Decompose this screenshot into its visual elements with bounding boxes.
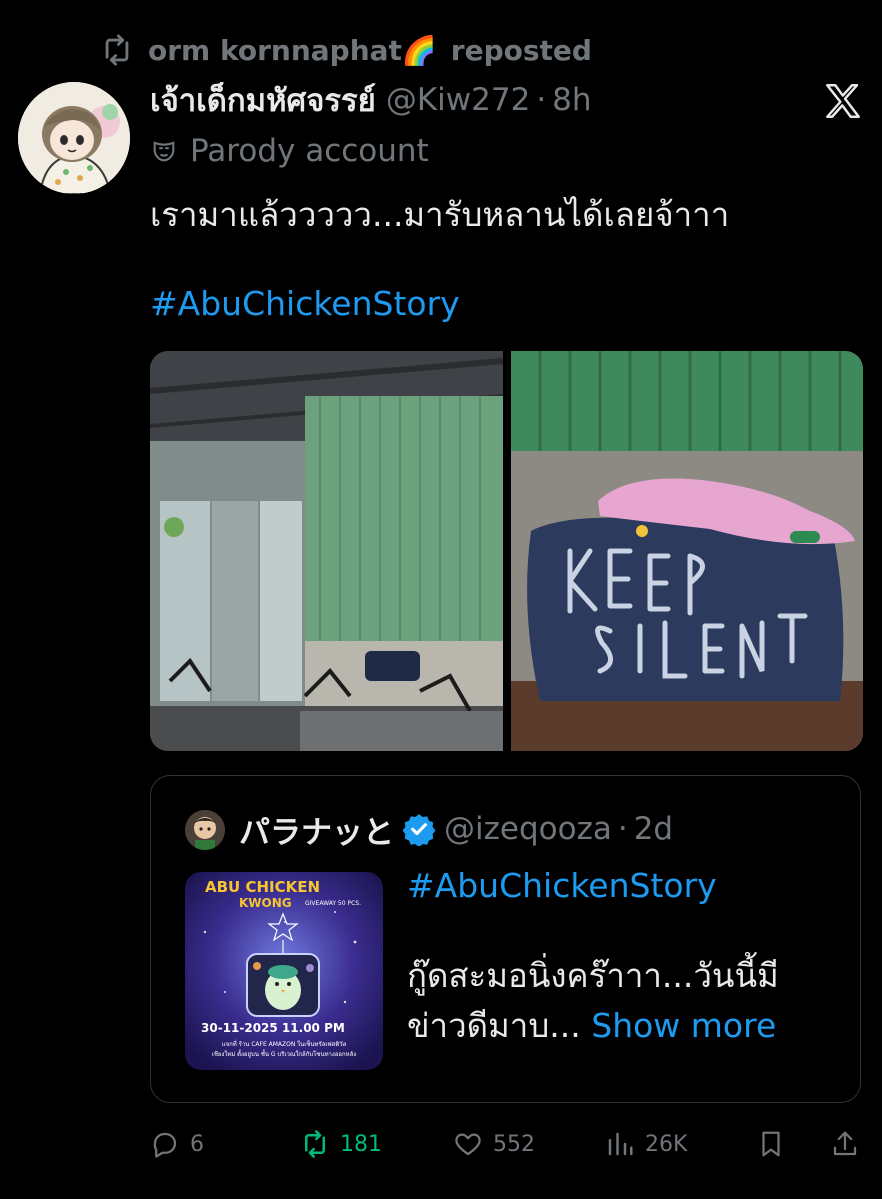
tweet-action-bar: 6 181 552 26K (150, 1122, 862, 1166)
media-photo-bag[interactable] (511, 351, 863, 751)
show-more-link[interactable]: Show more (591, 1006, 776, 1045)
reply-button[interactable]: 6 (150, 1122, 204, 1166)
thumb-date: 30-11-2025 11.00 PM (201, 1021, 345, 1035)
bookmark-button[interactable] (756, 1122, 786, 1166)
repost-icon (105, 34, 129, 66)
quote-hashtag[interactable]: #AbuChickenStory (407, 866, 717, 905)
repost-button[interactable]: 181 (300, 1122, 382, 1166)
tweet-media (150, 351, 863, 751)
author-avatar[interactable] (18, 82, 130, 194)
x-logo-icon[interactable] (822, 80, 864, 122)
thumb-line1: แจกที่ ร้าน CAFE AMAZON ในเซ็นทรัลเฟสติว… (222, 1039, 347, 1048)
tweet-text: เรามาแล้ววววว...มารับหลานได้เลยจ้าาา (150, 195, 730, 234)
parody-mask-icon (153, 141, 175, 162)
reposter-name: orm kornnaphat (148, 33, 402, 67)
quote-separator-dot: · (617, 811, 628, 847)
reply-count: 6 (190, 1131, 204, 1157)
reposter-link[interactable]: orm kornnaphat🌈 (148, 34, 437, 67)
views-icon (608, 1132, 633, 1156)
quote-author-handle[interactable]: @izeqooza (444, 811, 612, 847)
media-photo-cafe[interactable] (150, 351, 504, 751)
reposted-label: reposted (450, 33, 592, 67)
quote-author-avatar[interactable] (185, 810, 225, 850)
views-button[interactable]: 26K (605, 1122, 687, 1166)
repost-header: orm kornnaphat🌈 reposted (100, 30, 592, 70)
share-icon (833, 1131, 857, 1156)
like-count: 552 (493, 1131, 535, 1157)
views-count: 26K (645, 1131, 688, 1157)
separator-dot: · (536, 82, 547, 118)
quote-author-display-name[interactable]: パラナッと (239, 807, 394, 852)
repost-count: 181 (340, 1131, 382, 1157)
verified-badge-icon (402, 814, 436, 846)
like-icon (455, 1133, 481, 1156)
tweet-timestamp[interactable]: 8h (552, 82, 591, 118)
repost-icon (305, 1130, 325, 1158)
author-handle[interactable]: @Kiw272 (386, 82, 530, 118)
quoted-tweet[interactable]: パラナッと @izeqooza · 2d ABU CHICKEN KWONG G… (150, 775, 861, 1103)
bookmark-icon (762, 1131, 780, 1157)
quote-author-row: パラナッと @izeqooza · 2d (239, 806, 673, 852)
reposter-emoji: 🌈 (401, 33, 437, 67)
quote-timestamp[interactable]: 2d (634, 811, 673, 847)
share-button[interactable] (830, 1122, 860, 1166)
parody-label: Parody account (150, 130, 429, 172)
author-display-name[interactable]: เจ้าเด็กมหัศจรรย์ (150, 75, 376, 125)
tweet-hashtag[interactable]: #AbuChickenStory (150, 284, 460, 323)
like-button[interactable]: 552 (453, 1122, 535, 1166)
thumb-title: ABU CHICKEN (205, 878, 320, 896)
thumb-giveaway: GIVEAWAY 50 PCS. (305, 900, 361, 907)
quote-text: กู๊ดสะมอนิ่งคร๊าาา...วันนี้มีข่าวดีมาบ..… (407, 951, 837, 1051)
reply-icon (153, 1132, 177, 1158)
parody-label-text: Parody account (190, 133, 429, 169)
quote-thumbnail[interactable]: ABU CHICKEN KWONG GIVEAWAY 50 PCS. 30-11… (185, 872, 383, 1070)
thumb-subtitle: KWONG (239, 896, 292, 910)
author-name-row: เจ้าเด็กมหัศจรรย์ @Kiw272 · 8h (150, 78, 592, 122)
